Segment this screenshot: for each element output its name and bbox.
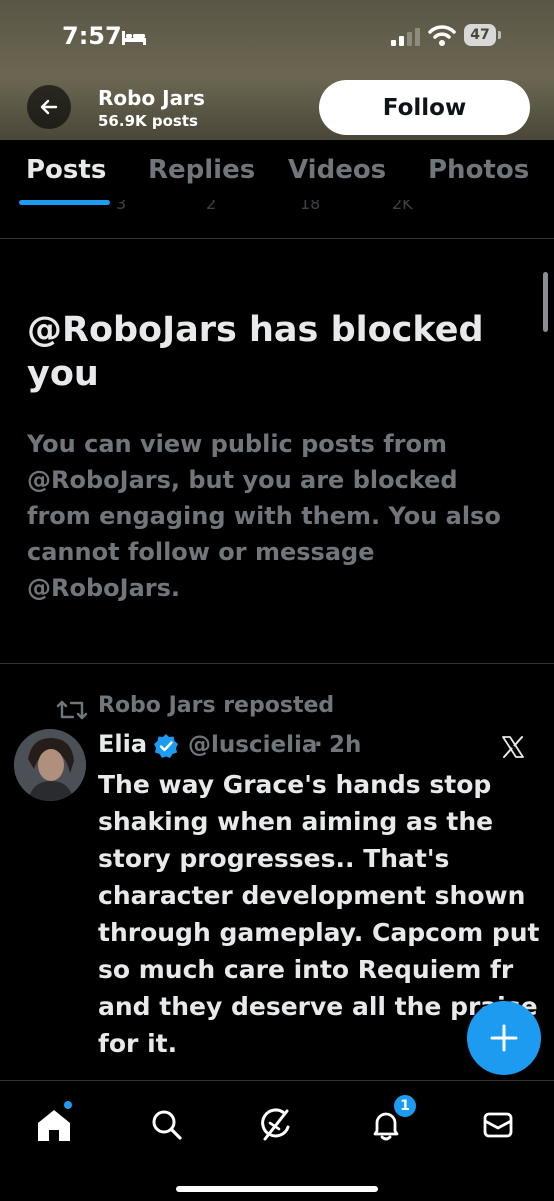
reply-count: 3	[116, 200, 127, 213]
follow-button[interactable]: Follow	[319, 80, 530, 135]
avatar-image	[14, 729, 86, 801]
separator-dot: ·	[314, 732, 323, 758]
back-button[interactable]	[27, 85, 71, 129]
tab-photos[interactable]: Photos	[428, 155, 529, 185]
avatar[interactable]	[14, 729, 86, 801]
home-icon	[38, 1110, 70, 1141]
nav-home[interactable]	[32, 1101, 76, 1147]
notification-badge: 1	[393, 1094, 417, 1118]
grok-icon	[261, 1108, 290, 1141]
divider	[0, 663, 554, 664]
like-count: 18	[300, 200, 321, 213]
battery-icon: 47	[464, 24, 502, 46]
divider	[0, 238, 554, 239]
repost-icon	[56, 700, 88, 720]
previous-post-actions: 3 2 18 2K	[0, 200, 554, 220]
scrollbar[interactable]	[543, 272, 548, 332]
author-handle[interactable]: @luscielia	[188, 732, 317, 758]
mail-icon	[483, 1112, 513, 1138]
battery-level: 47	[464, 24, 496, 46]
nav-messages[interactable]	[476, 1103, 520, 1147]
tab-replies[interactable]: Replies	[148, 155, 255, 185]
compose-button[interactable]	[467, 1001, 541, 1075]
search-icon	[152, 1110, 182, 1140]
profile-header: 7:57 47 Robo Jars 56.9K posts Follow	[0, 0, 554, 140]
nav-grok[interactable]	[254, 1103, 298, 1147]
plus-icon	[490, 1024, 518, 1052]
blocked-title: @RoboJars has blocked you	[27, 310, 484, 394]
tab-posts[interactable]: Posts	[26, 155, 106, 185]
back-arrow-icon	[40, 99, 58, 115]
blocked-description: You can view public posts from @RoboJars…	[27, 430, 501, 602]
status-bar: 7:57 47	[0, 0, 554, 72]
repost-label: Robo Jars reposted	[98, 693, 335, 718]
battery-tip	[498, 31, 501, 39]
author-name[interactable]: Elia	[98, 730, 147, 758]
verified-icon	[154, 734, 178, 758]
unread-dot	[64, 1101, 72, 1109]
post-time[interactable]: 2h	[329, 732, 361, 758]
view-count: 2K	[392, 200, 413, 213]
wifi-icon	[428, 25, 456, 46]
home-indicator[interactable]	[176, 1186, 378, 1192]
tab-videos[interactable]: Videos	[288, 155, 386, 185]
profile-name: Robo Jars	[98, 86, 205, 110]
bed-icon	[122, 31, 146, 45]
profile-tabs: Posts Replies Videos Photos	[0, 140, 554, 206]
status-time: 7:57	[62, 22, 122, 50]
nav-search[interactable]	[145, 1103, 189, 1147]
x-logo-icon[interactable]	[500, 734, 526, 760]
bottom-nav: 1	[0, 1080, 554, 1201]
signal-icon	[391, 28, 420, 46]
post-count: 56.9K posts	[98, 112, 198, 130]
repost-count: 2	[206, 200, 217, 213]
